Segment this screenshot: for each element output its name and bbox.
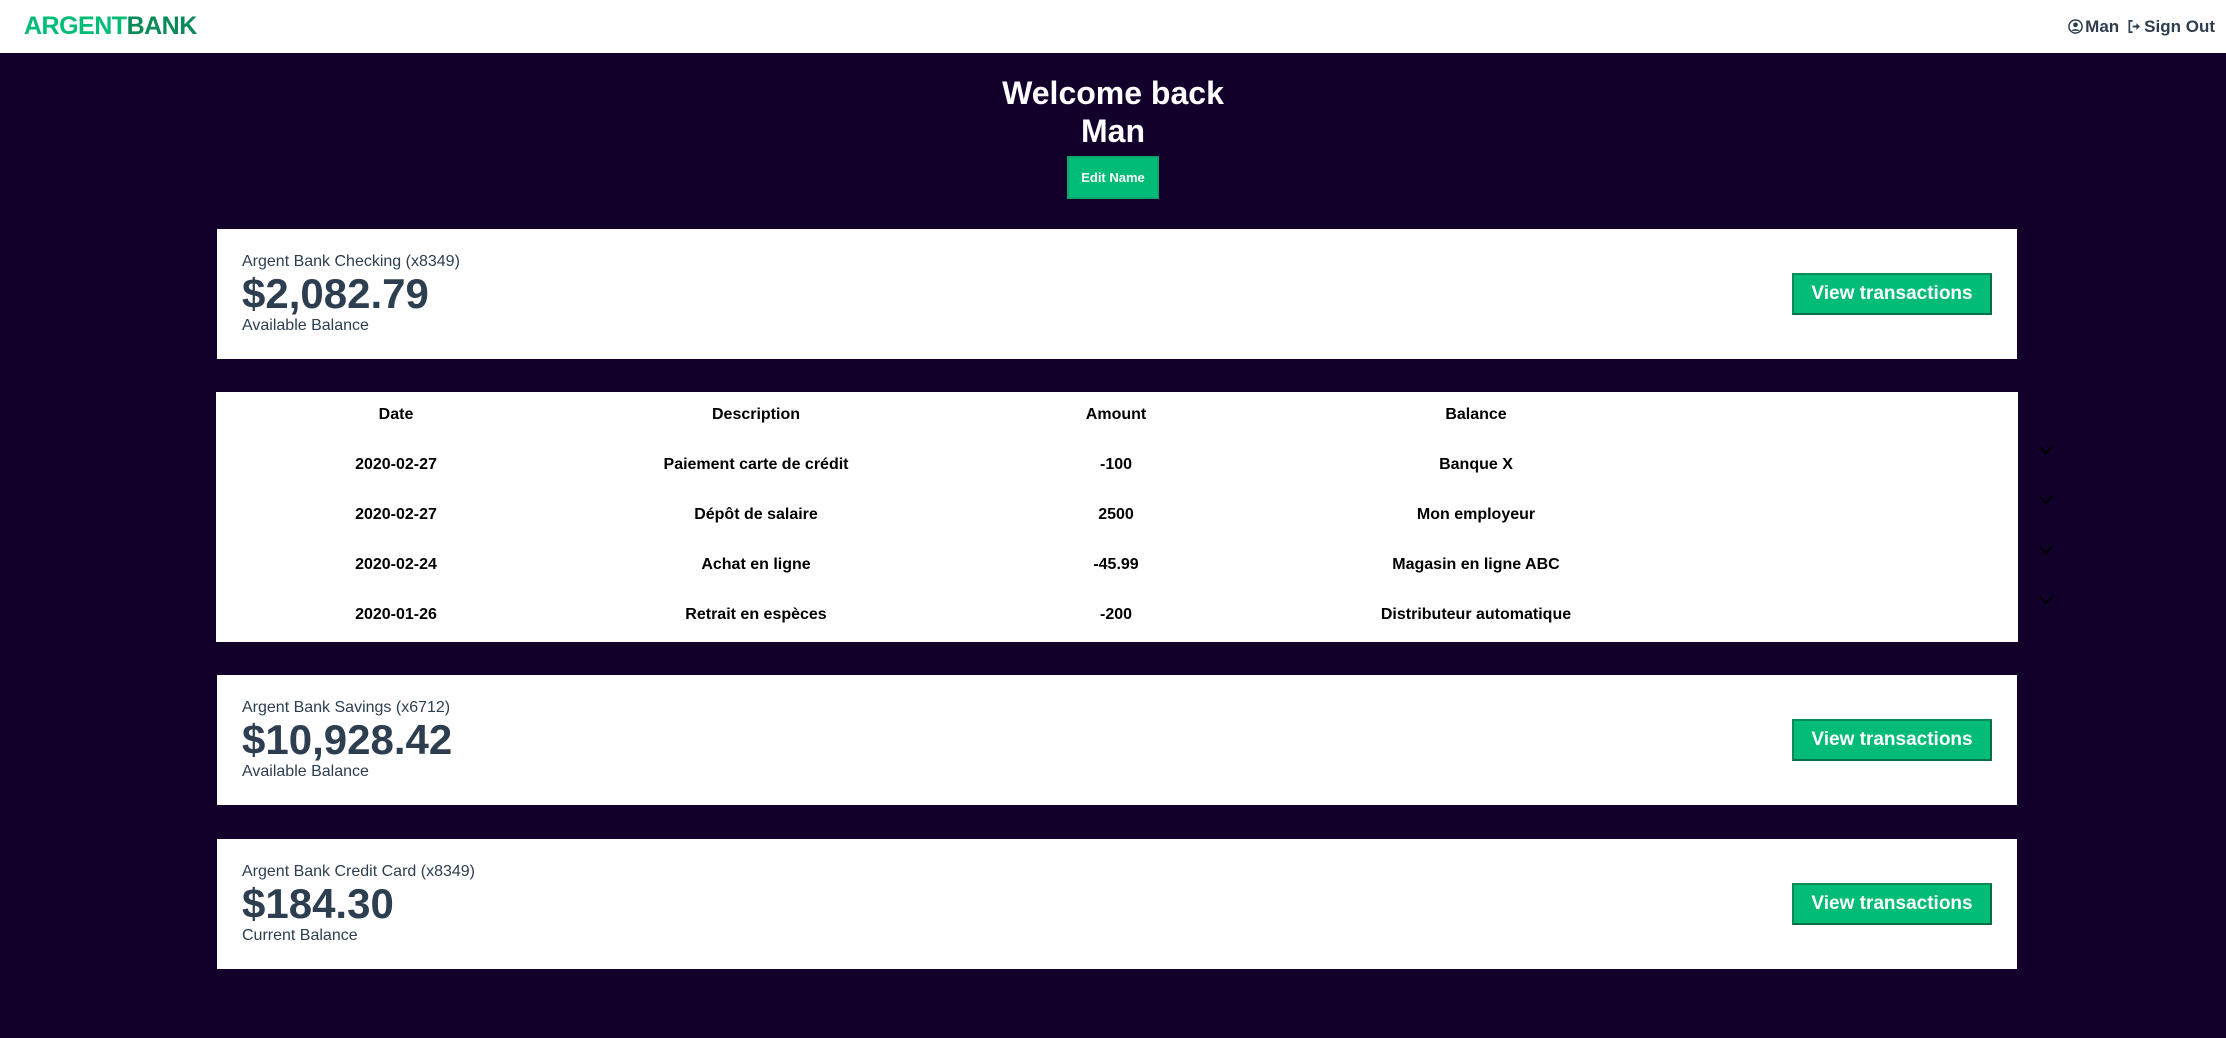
account-info: Argent Bank Credit Card (x8349) $184.30 … bbox=[242, 863, 475, 945]
cell-date: 2020-01-26 bbox=[355, 606, 437, 623]
account-amount: $2,082.79 bbox=[242, 270, 429, 317]
account-amount: $184.30 bbox=[242, 880, 394, 927]
account-card-checking: Argent Bank Checking (x8349) $2,082.79 A… bbox=[217, 229, 2017, 359]
column-header-description: Description bbox=[711, 406, 800, 423]
sign-out-label: Sign Out bbox=[2144, 16, 2215, 36]
cell-date: 2020-02-27 bbox=[355, 456, 437, 473]
edit-name-button[interactable]: Edit Name bbox=[1067, 156, 1159, 199]
column-header-amount: Amount bbox=[1085, 406, 1147, 423]
user-circle-icon bbox=[2068, 19, 2083, 34]
view-transactions-button[interactable]: View transactions bbox=[1792, 883, 1992, 925]
welcome-user-name: Man bbox=[1081, 113, 1145, 149]
cell-amount: -200 bbox=[1099, 606, 1133, 623]
sign-out-link[interactable]: Sign Out bbox=[2127, 17, 2215, 37]
welcome-header: Welcome back Man Edit Name bbox=[0, 53, 2226, 199]
sign-out-icon bbox=[2127, 19, 2142, 34]
transactions-table: Date Description Amount Balance 2020-02-… bbox=[216, 392, 2054, 642]
cell-balance: Banque X bbox=[1439, 456, 1513, 473]
account-amount-description: Available Balance bbox=[242, 763, 369, 780]
nav-right: Man Sign Out bbox=[2068, 17, 2215, 37]
cell-amount: -100 bbox=[1099, 456, 1133, 473]
account-info: Argent Bank Checking (x8349) $2,082.79 A… bbox=[242, 253, 460, 335]
account-title: Argent Bank Checking (x8349) bbox=[242, 253, 460, 270]
account-card-savings: Argent Bank Savings (x6712) $10,928.42 A… bbox=[217, 675, 2017, 805]
account-amount: $10,928.42 bbox=[242, 716, 453, 763]
user-profile-link[interactable]: Man bbox=[2068, 17, 2119, 37]
cell-date: 2020-02-27 bbox=[355, 506, 437, 523]
cell-balance: Distributeur automatique bbox=[1380, 606, 1572, 623]
account-title: Argent Bank Credit Card (x8349) bbox=[242, 863, 475, 880]
view-transactions-button[interactable]: View transactions bbox=[1792, 273, 1992, 315]
chevron-down-icon[interactable] bbox=[2038, 442, 2054, 460]
column-header-balance: Balance bbox=[1445, 406, 1507, 423]
cell-balance: Magasin en ligne ABC bbox=[1392, 556, 1560, 573]
cell-balance: Mon employeur bbox=[1416, 506, 1536, 523]
logo[interactable]: ARGENTBANK bbox=[24, 12, 197, 41]
account-card-credit: Argent Bank Credit Card (x8349) $184.30 … bbox=[217, 839, 2017, 969]
logo-part-bank: BANK bbox=[126, 12, 198, 40]
account-info: Argent Bank Savings (x6712) $10,928.42 A… bbox=[242, 699, 452, 781]
cell-description: Paiement carte de crédit bbox=[663, 456, 849, 473]
chevron-down-icon[interactable] bbox=[2038, 592, 2054, 610]
chevron-down-icon[interactable] bbox=[2038, 542, 2054, 560]
welcome-title: Welcome back Man bbox=[0, 74, 2226, 150]
navbar: ARGENTBANK Man Sign Out bbox=[0, 0, 2226, 53]
welcome-text: Welcome back bbox=[1002, 75, 1224, 111]
cell-date: 2020-02-24 bbox=[355, 556, 437, 573]
cell-description: Retrait en espèces bbox=[685, 606, 827, 623]
account-amount-description: Current Balance bbox=[242, 927, 358, 944]
account-amount-description: Available Balance bbox=[242, 317, 369, 334]
view-transactions-button[interactable]: View transactions bbox=[1792, 719, 1992, 761]
logo-part-argent: ARGENT bbox=[24, 12, 127, 40]
cell-amount: 2500 bbox=[1098, 506, 1134, 523]
column-header-date: Date bbox=[378, 406, 414, 423]
chevron-down-icon[interactable] bbox=[2038, 492, 2054, 510]
user-name-label: Man bbox=[2085, 16, 2120, 36]
account-title: Argent Bank Savings (x6712) bbox=[242, 699, 451, 716]
cell-amount: -45.99 bbox=[1093, 556, 1139, 573]
cell-description: Dépôt de salaire bbox=[694, 506, 818, 523]
cell-description: Achat en ligne bbox=[701, 556, 811, 573]
